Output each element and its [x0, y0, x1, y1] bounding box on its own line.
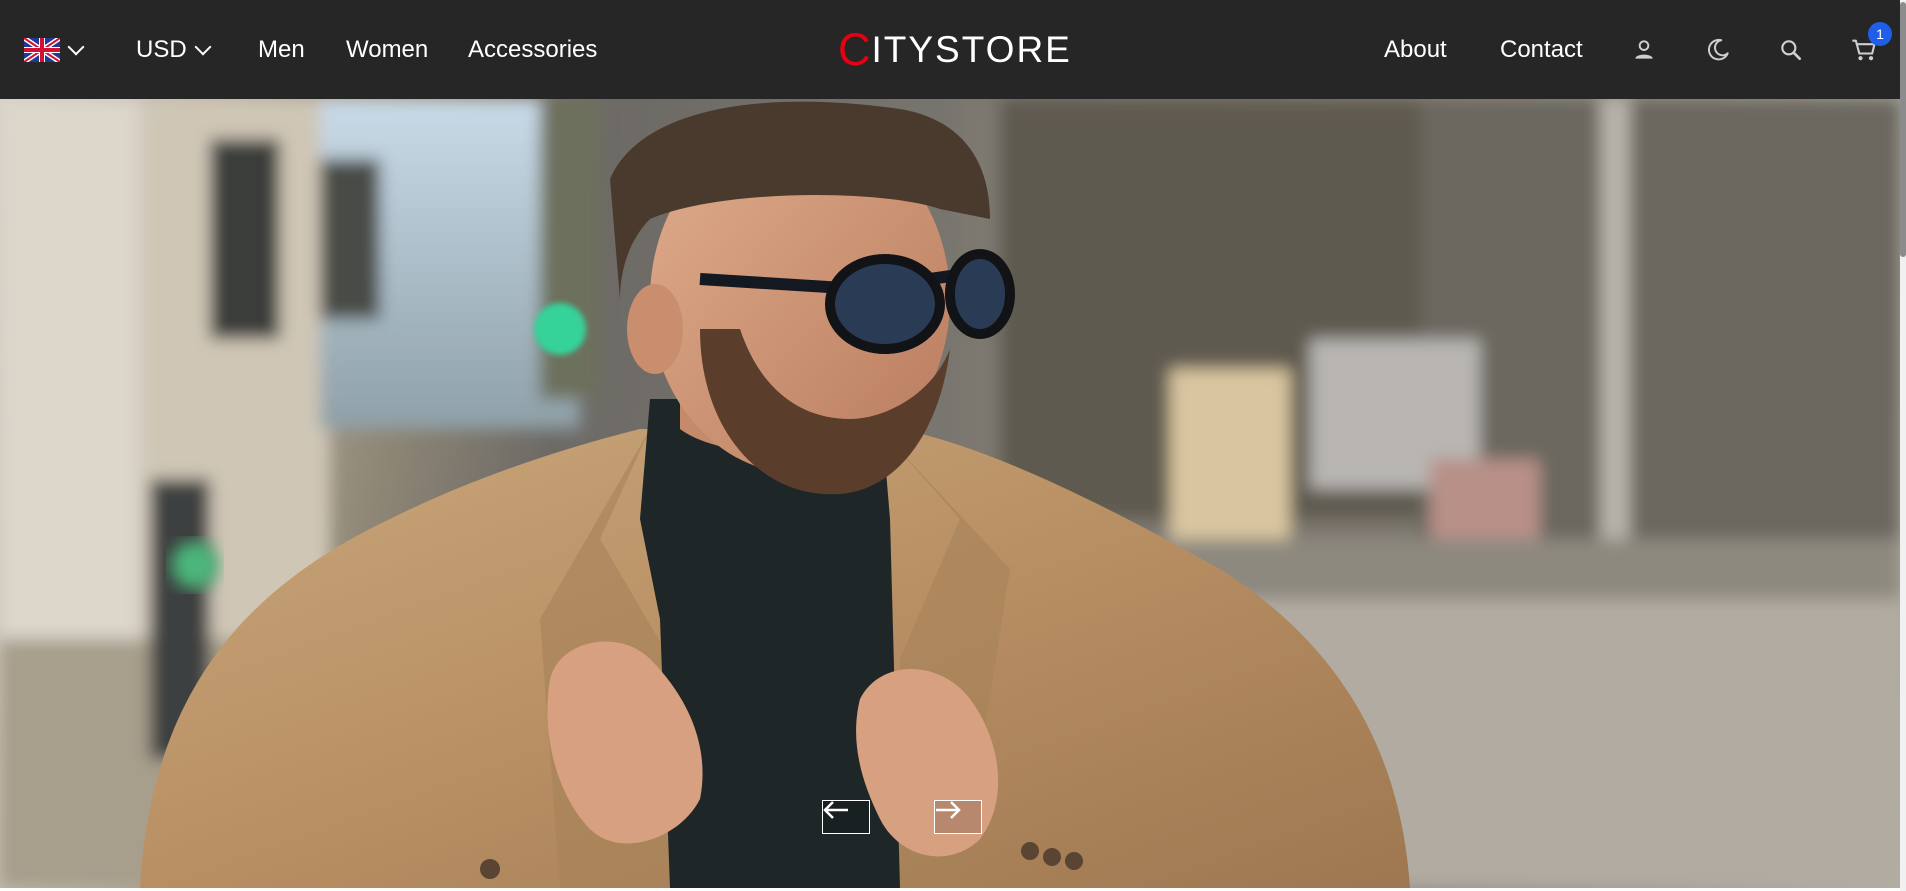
logo-first-letter: C: [838, 23, 872, 75]
page-scrollbar[interactable]: [1900, 0, 1906, 891]
language-selector[interactable]: [24, 0, 85, 99]
carousel-prev-button[interactable]: [822, 800, 870, 834]
currency-label: USD: [136, 35, 187, 63]
arrow-right-icon: [936, 801, 961, 819]
page: USD Men Women Accessories C ITYSTORE Abo…: [0, 0, 1906, 891]
nav-link-men[interactable]: Men: [258, 0, 305, 99]
nav-link-contact[interactable]: Contact: [1500, 0, 1583, 99]
scrollbar-thumb[interactable]: [1900, 2, 1906, 257]
hero-photo-man-in-coat: [0, 99, 1900, 888]
carousel-next-button[interactable]: [934, 800, 982, 834]
moon-icon: [1707, 38, 1729, 60]
site-logo[interactable]: C ITYSTORE: [838, 0, 1072, 99]
navbar: USD Men Women Accessories C ITYSTORE Abo…: [0, 0, 1900, 99]
arrow-left-icon: [823, 801, 848, 819]
nav-link-accessories[interactable]: Accessories: [468, 0, 597, 99]
nav-link-about[interactable]: About: [1384, 0, 1447, 99]
account-button[interactable]: [1624, 0, 1664, 99]
chevron-down-icon: [67, 38, 85, 55]
cart-button[interactable]: 1: [1844, 0, 1892, 99]
uk-flag-icon: [24, 37, 60, 62]
currency-selector[interactable]: USD: [136, 0, 212, 99]
logo-rest: ITYSTORE: [871, 28, 1072, 70]
chevron-down-icon: [194, 38, 212, 55]
theme-toggle-button[interactable]: [1698, 0, 1738, 99]
search-icon: [1781, 39, 1802, 60]
cart-count-badge: 1: [1868, 22, 1892, 46]
nav-link-women[interactable]: Women: [346, 0, 428, 99]
hero-carousel: [0, 99, 1900, 888]
user-icon: [1635, 39, 1653, 59]
search-button[interactable]: [1771, 0, 1811, 99]
